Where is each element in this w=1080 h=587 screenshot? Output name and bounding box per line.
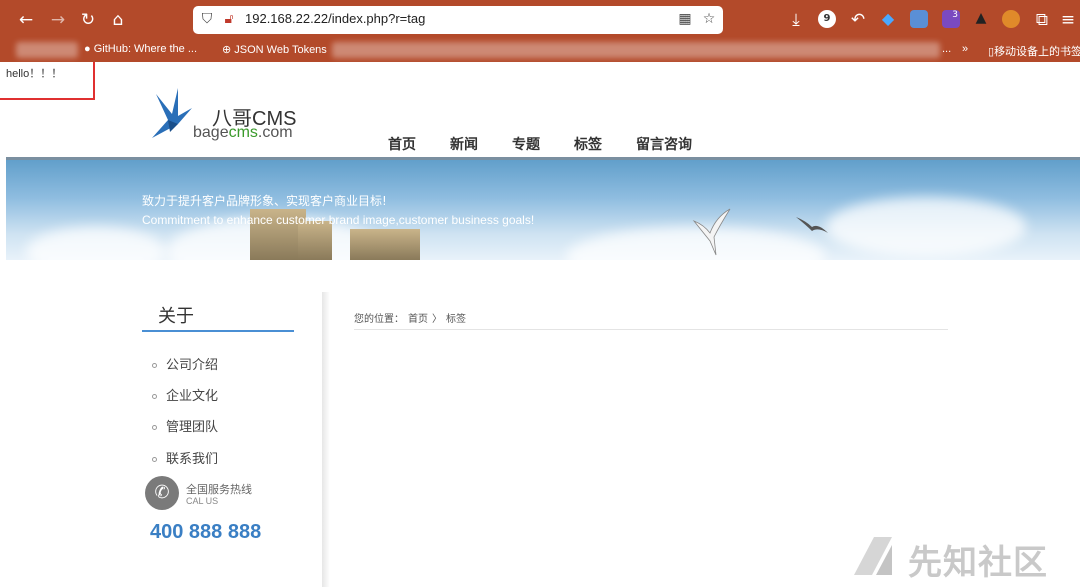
- qr-code-icon[interactable]: ▦: [677, 11, 693, 27]
- breadcrumb-divider: [354, 329, 948, 330]
- home-icon[interactable]: ⌂: [108, 10, 128, 30]
- bookmark-overflow: ...: [942, 43, 952, 55]
- main-nav: 首页 新闻 专题 标签 留言咨询: [388, 134, 692, 154]
- banner: 致力于提升客户品牌形象、实现客户商业目标! Commitment to enha…: [6, 157, 1080, 260]
- breadcrumb-separator: 〉: [432, 314, 442, 325]
- blurred-bookmark[interactable]: [16, 42, 78, 58]
- reload-icon[interactable]: ↻: [78, 10, 98, 30]
- seagull-icon: [692, 208, 731, 256]
- breadcrumb-home[interactable]: 首页: [408, 314, 428, 325]
- extension-badge-count-2: 3: [952, 10, 958, 20]
- shield-icon[interactable]: ⛉: [199, 11, 215, 27]
- watermark-text: 先知社区: [908, 543, 1048, 583]
- phone-number: 400 888 888: [150, 521, 262, 543]
- address-bar[interactable]: ⛉ 🔓︎ 192.168.22.22/index.php?r=tag ▦ ☆: [193, 6, 723, 34]
- hat-extension-icon[interactable]: ▲: [972, 10, 990, 28]
- globe-icon: ⊕: [222, 44, 232, 56]
- forward-arrow-icon[interactable]: →: [48, 10, 68, 30]
- page-content: hello！！！ 八哥CMS bagecms.com 首页 新闻 专题 标签 留…: [0, 62, 1080, 587]
- watermark: 先知社区: [850, 533, 1070, 583]
- phone-icon: ✆: [145, 476, 179, 510]
- extension-badge-icon[interactable]: 9: [818, 10, 836, 28]
- seagull-icon-2: [796, 217, 828, 233]
- sidebar-item-label: 联系我们: [166, 452, 219, 467]
- breadcrumb: 您的位置： 首页〉标签: [354, 310, 470, 325]
- hotline-label: 全国服务热线: [186, 483, 252, 496]
- hotline-label-en: CAL US: [186, 496, 219, 506]
- undo-icon[interactable]: ↶: [848, 10, 868, 30]
- sidebar-title-underline: [142, 330, 294, 332]
- banner-divider: [6, 157, 1080, 160]
- url-text[interactable]: 192.168.22.22/index.php?r=tag: [245, 11, 425, 26]
- logo-domain-prefix: bage: [193, 124, 229, 141]
- browser-toolbar: ← → ↻ ⌂ ⛉ 🔓︎ 192.168.22.22/index.php?r=t…: [0, 0, 1080, 40]
- extensions-puzzle-icon[interactable]: ⧉: [1032, 10, 1052, 30]
- insecure-lock-icon[interactable]: 🔓︎: [221, 11, 237, 27]
- breadcrumb-label: 您的位置：: [354, 314, 404, 325]
- browser-window: ← → ↻ ⌂ ⛉ 🔓︎ 192.168.22.22/index.php?r=t…: [0, 0, 1080, 587]
- hello-text: hello！！！: [6, 68, 63, 80]
- nav-home[interactable]: 首页: [388, 134, 416, 154]
- bullet-icon: [152, 457, 157, 462]
- logo-domain: bagecms.com: [193, 124, 293, 142]
- cookie-extension-icon[interactable]: [1002, 10, 1020, 28]
- bird-logo-icon: [152, 88, 192, 138]
- sidebar-item-contact[interactable]: 联系我们: [152, 448, 218, 467]
- nav-message[interactable]: 留言咨询: [636, 134, 692, 154]
- sidebar-item-label: 企业文化: [166, 389, 219, 404]
- extension-icon[interactable]: [910, 10, 928, 28]
- sidebar-item-label: 公司介绍: [166, 358, 219, 373]
- sidebar-divider: [322, 292, 330, 587]
- banner-slogan-cn: 致力于提升客户品牌形象、实现客户商业目标!: [142, 194, 387, 208]
- mobile-bookmarks-label: 移动设备上的书签: [994, 46, 1080, 58]
- logo-domain-cms: cms: [228, 124, 258, 141]
- nav-news[interactable]: 新闻: [450, 134, 478, 154]
- mobile-bookmarks[interactable]: ▯移动设备上的书签: [988, 43, 1080, 59]
- watermark-logo-icon: [854, 537, 892, 575]
- sidebar-title: 关于: [158, 306, 194, 327]
- bookmark-github-label: GitHub: Where the ...: [93, 43, 198, 55]
- sidebar-item-label: 管理团队: [166, 420, 219, 435]
- diamond-extension-icon[interactable]: ◆: [879, 10, 897, 28]
- chevron-right-icon[interactable]: »: [962, 43, 968, 55]
- bookmarks-bar: ● GitHub: Where the ... ⊕ JSON Web Token…: [0, 40, 1080, 62]
- back-arrow-icon[interactable]: ←: [16, 10, 36, 30]
- puzzle-extension-icon[interactable]: 3: [942, 10, 960, 28]
- banner-slogan-en: Commitment to enhance customer brand ima…: [142, 213, 535, 227]
- bookmark-star-icon[interactable]: ☆: [701, 11, 717, 27]
- bookmark-jwt-label: JSON Web Tokens: [234, 44, 327, 56]
- logo-domain-suffix: .com: [257, 124, 293, 141]
- menu-icon[interactable]: ≡: [1058, 10, 1078, 30]
- bullet-icon: [152, 425, 157, 430]
- sidebar-item-company[interactable]: 公司介绍: [152, 354, 218, 373]
- nav-topics[interactable]: 专题: [512, 134, 540, 154]
- nav-tags[interactable]: 标签: [574, 134, 602, 154]
- bullet-icon: [152, 394, 157, 399]
- extension-badge-count: 9: [823, 13, 831, 24]
- bookmark-jwt[interactable]: ⊕ JSON Web Tokens: [222, 43, 327, 56]
- breadcrumb-current: 标签: [446, 314, 466, 325]
- sidebar-item-culture[interactable]: 企业文化: [152, 385, 218, 404]
- blurred-bookmarks[interactable]: [332, 42, 940, 58]
- download-icon[interactable]: ⤓: [786, 10, 806, 30]
- bookmark-github[interactable]: ● GitHub: Where the ...: [84, 43, 197, 55]
- sidebar-item-team[interactable]: 管理团队: [152, 416, 218, 435]
- bullet-icon: [152, 363, 157, 368]
